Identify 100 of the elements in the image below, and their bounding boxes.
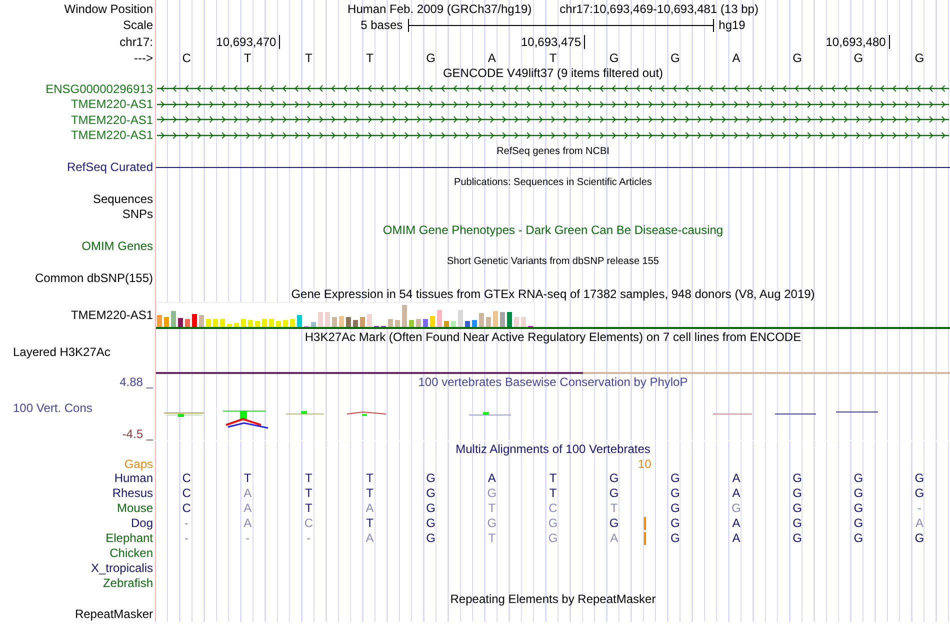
base-letter: T — [244, 472, 252, 484]
base-letter: T — [244, 52, 252, 64]
base-letter: G — [792, 472, 802, 484]
base-letter: A — [366, 502, 374, 514]
base-letter: - — [917, 502, 922, 514]
base-letter: C — [182, 502, 191, 514]
base-letter: T — [305, 502, 312, 514]
track-title: RefSeq genes from NCBI — [496, 146, 610, 157]
base-letter: T — [549, 487, 557, 499]
track-title: Repeating Elements by RepeatMasker — [450, 592, 656, 606]
base-letter: A — [488, 52, 496, 64]
base-letter: G — [670, 472, 680, 484]
position-tick: 10,693,470 — [216, 34, 280, 48]
base-letter: G — [854, 532, 864, 544]
base-letter: A — [732, 517, 740, 529]
base-letter: G — [487, 517, 497, 529]
track-label: Elephant — [106, 531, 153, 545]
base-letter: G — [426, 472, 436, 484]
base-letter: - — [184, 517, 189, 529]
base-letter: T — [366, 472, 374, 484]
track-title: OMIM Gene Phenotypes - Dark Green Can Be Disease-causing — [382, 223, 724, 237]
assembly-name: Human Feb. 2009 (GRCh37/hg19) — [348, 2, 532, 16]
position-tick: 10,693,480 — [826, 34, 890, 48]
base-letter: G — [609, 472, 619, 484]
base-letter: A — [732, 472, 740, 484]
track-label: Mouse — [116, 501, 153, 515]
base-letter: G — [792, 52, 802, 64]
track-label: SNPs — [122, 207, 153, 222]
base-letter: C — [304, 517, 314, 529]
base-letter: G — [609, 487, 619, 499]
base-letter: G — [914, 532, 924, 544]
base-letter: A — [488, 472, 496, 484]
track-label: OMIM Genes — [82, 238, 153, 253]
track-label: Layered H3K27Ac — [13, 344, 110, 358]
track-label: Rhesus — [112, 486, 153, 500]
base-letter: T — [488, 532, 496, 544]
base-letter: T — [549, 52, 557, 64]
track-label: Sequences — [92, 192, 153, 206]
base-letter: T — [305, 52, 312, 64]
base-letter: G — [854, 472, 864, 484]
base-letter: G — [426, 502, 436, 514]
base-letter: A — [244, 487, 252, 499]
track-label: X_tropicalis — [90, 561, 153, 575]
track-label: TMEM220-AS1 — [70, 308, 153, 322]
base-letter: A — [732, 52, 740, 64]
scale-assembly: hg19 — [718, 18, 746, 32]
base-letter: G — [732, 502, 741, 514]
base-letter: G — [548, 532, 558, 544]
base-letter: G — [609, 52, 619, 64]
scale-length: 5 bases — [360, 18, 403, 32]
position-range: chr17:10,693,469-10,693,481 (13 bp) — [560, 2, 758, 16]
base-letter: A — [244, 502, 252, 514]
track-label: 100 Vert. Cons — [12, 400, 94, 414]
track-title: Multiz Alignments of 100 Vertebrates — [456, 442, 650, 456]
base-letter: G — [792, 502, 802, 514]
base-letter: G — [854, 502, 864, 514]
base-letter: G — [792, 532, 802, 544]
track-label: Dog — [130, 516, 153, 530]
axis-max-label: 4.88 _ — [118, 374, 153, 388]
base-letter: T — [488, 502, 496, 514]
base-letter: G — [609, 517, 619, 529]
base-letter: G — [426, 52, 436, 64]
base-letter: G — [914, 472, 924, 484]
track-label: Gaps — [124, 456, 153, 470]
base-letter: G — [670, 502, 680, 514]
base-letter: G — [548, 517, 558, 529]
track-title: Short Genetic Variants from dbSNP release 155 — [447, 256, 659, 268]
base-letter: G — [670, 487, 680, 499]
base-letter: T — [366, 52, 374, 64]
base-letter: - — [246, 532, 250, 544]
base-letter: C — [182, 52, 191, 64]
track-label: ---> — [134, 50, 153, 64]
base-letter: G — [670, 52, 680, 64]
track-title: 100 vertebrates Basewise Conservation by PhyloP — [417, 374, 689, 390]
track-title: Publications: Sequences in Scientific Articles — [454, 177, 652, 188]
track-label: Human — [114, 471, 153, 485]
track-label: Scale — [122, 18, 153, 32]
base-letter: T — [549, 472, 557, 484]
position-tick: 10,693,475 — [520, 34, 586, 48]
track-label: Zebrafish — [102, 576, 153, 590]
track-label: chr17: — [120, 34, 153, 48]
base-letter: C — [182, 472, 191, 484]
track-label: ENSG00000296913 — [46, 82, 153, 96]
track-title: Gene Expression in 54 tissues from GTEx RNA-seq of 17382 samples, 948 donors (V8, Aug 2019) — [291, 286, 815, 300]
base-letter: C — [182, 487, 191, 499]
base-letter: - — [306, 532, 311, 544]
base-letter: A — [244, 517, 252, 529]
track-label: TMEM220-AS1 — [70, 97, 153, 112]
base-letter: G — [426, 487, 436, 499]
track-label: RefSeq Curated — [66, 160, 153, 174]
base-letter: C — [548, 502, 558, 514]
base-letter: A — [732, 532, 740, 544]
base-letter: T — [305, 487, 312, 499]
base-letter: G — [854, 52, 864, 64]
base-letter: G — [792, 517, 802, 529]
base-letter: T — [366, 487, 374, 499]
track-label: Window Position — [64, 2, 153, 16]
base-letter: G — [670, 532, 680, 544]
base-letter: T — [305, 472, 312, 484]
base-letter: G — [426, 517, 436, 529]
